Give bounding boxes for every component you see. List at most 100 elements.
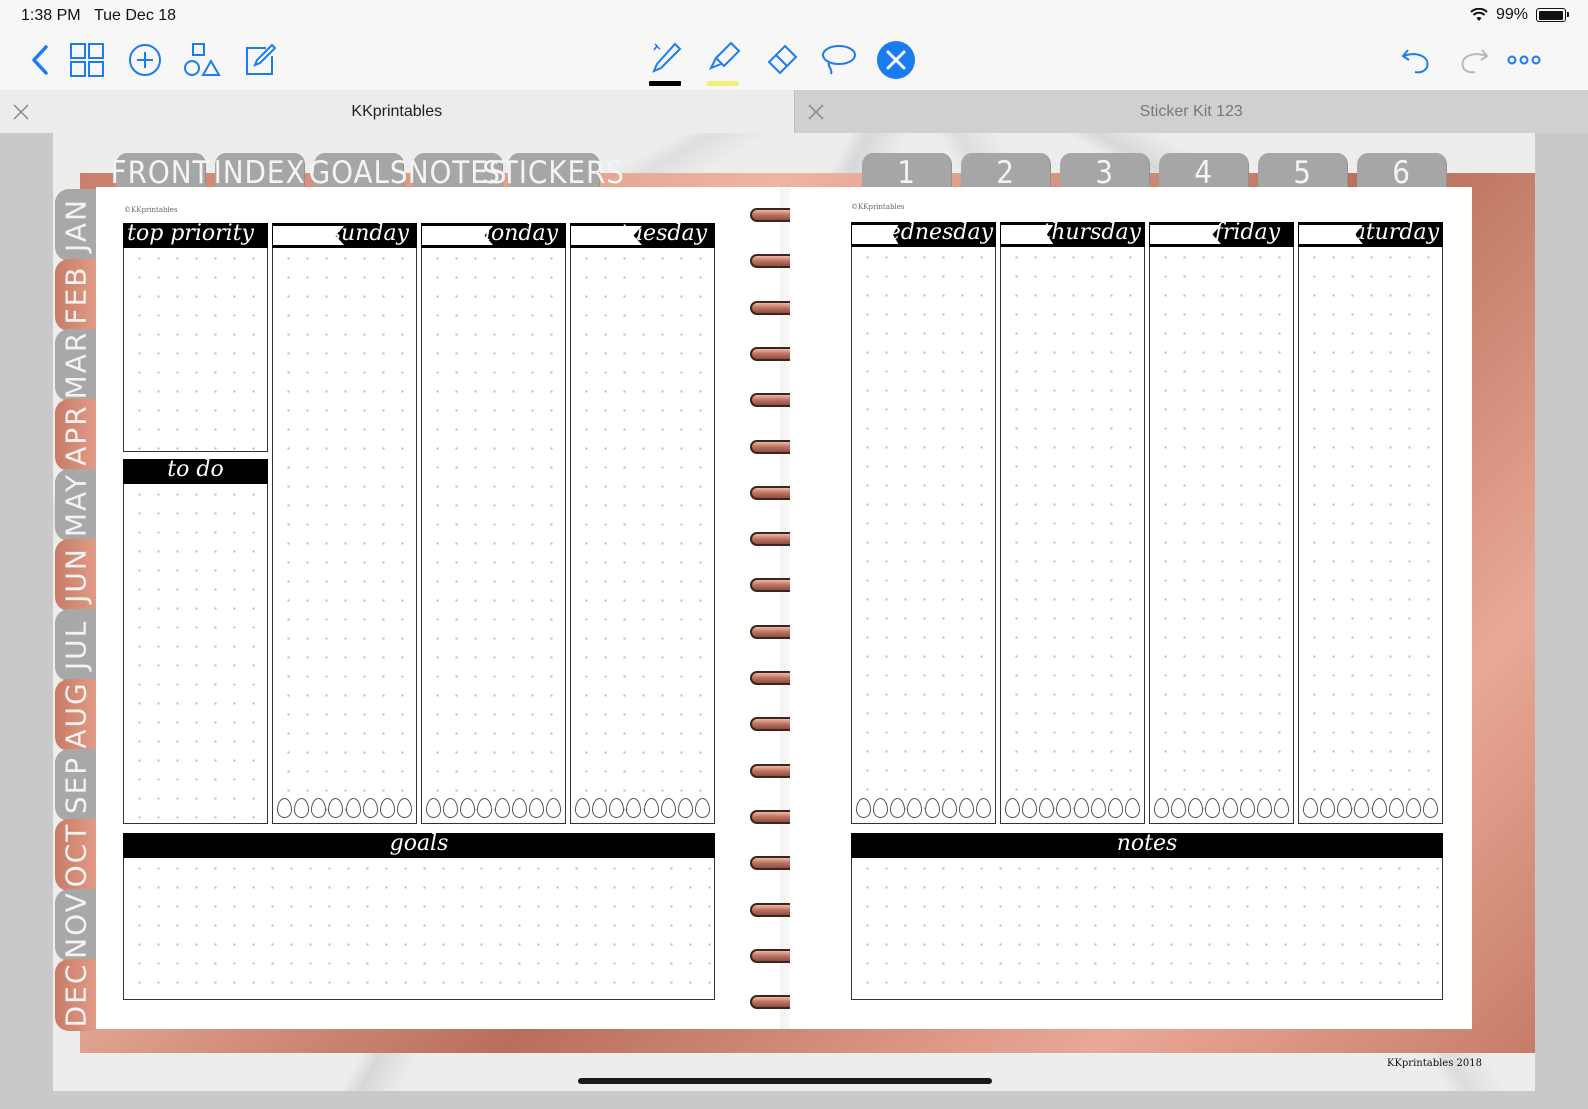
water-drop-icon[interactable]: [1022, 798, 1038, 818]
water-drop-icon[interactable]: [1039, 798, 1055, 818]
water-drop-icon[interactable]: [575, 798, 590, 818]
water-drop-icon[interactable]: [511, 798, 527, 818]
water-drop-icon[interactable]: [975, 798, 991, 818]
close-tool-icon[interactable]: [876, 40, 916, 80]
eraser-icon[interactable]: [761, 40, 801, 80]
add-icon[interactable]: [125, 40, 165, 80]
month-tab-feb[interactable]: FEB: [55, 259, 97, 331]
water-drop-icon[interactable]: [528, 798, 544, 818]
month-tab-apr[interactable]: APR: [55, 399, 97, 471]
monday-column[interactable]: monday: [421, 223, 566, 824]
water-drop-icon[interactable]: [677, 798, 693, 818]
water-drop-icon[interactable]: [1154, 798, 1169, 818]
water-drop-icon[interactable]: [1239, 798, 1255, 818]
water-drop-icon[interactable]: [1090, 798, 1106, 818]
water-drop-icon[interactable]: [328, 798, 344, 818]
shapes-icon[interactable]: [182, 40, 222, 80]
water-drop-icon[interactable]: [1056, 798, 1072, 818]
water-drop-icon[interactable]: [609, 798, 625, 818]
edit-icon[interactable]: [240, 40, 280, 80]
to-do-box[interactable]: to do: [123, 459, 268, 824]
highlighter-icon[interactable]: [703, 40, 743, 86]
water-drop-icon[interactable]: [1005, 798, 1020, 818]
wednesday-column[interactable]: wednesday: [851, 222, 996, 824]
month-tab-oct[interactable]: OCT: [55, 819, 97, 891]
water-drop-icon[interactable]: [660, 798, 676, 818]
water-drop-icon[interactable]: [1354, 798, 1370, 818]
water-drop-icon[interactable]: [1073, 798, 1089, 818]
thursday-column[interactable]: thursday: [1000, 222, 1145, 824]
water-drop-icon[interactable]: [643, 798, 659, 818]
water-drop-icon[interactable]: [890, 798, 906, 818]
sunday-column[interactable]: sunday: [272, 223, 417, 824]
water-drop-icon[interactable]: [694, 798, 710, 818]
month-tab-may[interactable]: MAY: [55, 469, 97, 541]
month-tab-nov[interactable]: NOV: [55, 889, 97, 961]
friday-column[interactable]: friday: [1149, 222, 1294, 824]
water-drop-icon[interactable]: [294, 798, 310, 818]
back-icon[interactable]: [20, 40, 60, 80]
notes-box[interactable]: notes: [851, 833, 1443, 1000]
water-drop-icon[interactable]: [873, 798, 889, 818]
water-drop-icon[interactable]: [545, 798, 561, 818]
water-drop-icon[interactable]: [277, 798, 292, 818]
water-drop-icon[interactable]: [396, 798, 412, 818]
water-drop-icon[interactable]: [494, 798, 510, 818]
saturday-column[interactable]: saturday: [1298, 222, 1443, 824]
water-drop-icon[interactable]: [592, 798, 608, 818]
month-tab-jan[interactable]: JAN: [55, 189, 97, 261]
water-drop-icon[interactable]: [311, 798, 327, 818]
water-drop-icon[interactable]: [856, 798, 871, 818]
close-tab-icon[interactable]: [12, 103, 30, 121]
planner-canvas[interactable]: FRONT INDEX GOALS NOTES STICKERS 1 2 3 4…: [53, 133, 1535, 1091]
water-drop-icon[interactable]: [958, 798, 974, 818]
water-drop-icon[interactable]: [907, 798, 923, 818]
water-drop-icon[interactable]: [1405, 798, 1421, 818]
home-indicator[interactable]: [578, 1078, 992, 1084]
water-drop-icon[interactable]: [1124, 798, 1140, 818]
water-drop-icon[interactable]: [1205, 798, 1221, 818]
grid-icon[interactable]: [67, 40, 107, 80]
month-tab-jul[interactable]: JUL: [55, 609, 97, 681]
right-page[interactable]: ©KKprintables wednesday thursday friday …: [790, 187, 1472, 1029]
pen-icon[interactable]: [645, 40, 685, 86]
water-drop-icon[interactable]: [941, 798, 957, 818]
water-drop-icon[interactable]: [362, 798, 378, 818]
document-tab-kkprintables[interactable]: KKprintables: [0, 90, 794, 133]
month-tab-sep[interactable]: SEP: [55, 749, 97, 821]
document-tab-sticker-kit[interactable]: Sticker Kit 123: [793, 90, 1588, 133]
tuesday-column[interactable]: tuesday: [570, 223, 715, 824]
month-tab-jun[interactable]: JUN: [55, 539, 97, 611]
water-drop-icon[interactable]: [1422, 798, 1438, 818]
water-drop-icon[interactable]: [1303, 798, 1318, 818]
month-tab-mar[interactable]: MAR: [55, 329, 97, 401]
water-drop-icon[interactable]: [1320, 798, 1336, 818]
lasso-icon[interactable]: [818, 40, 858, 80]
water-drop-icon[interactable]: [460, 798, 476, 818]
water-drop-icon[interactable]: [345, 798, 361, 818]
redo-icon[interactable]: [1454, 40, 1494, 80]
water-drop-icon[interactable]: [426, 798, 441, 818]
close-tab-icon[interactable]: [807, 103, 825, 121]
water-drop-icon[interactable]: [1337, 798, 1353, 818]
water-drop-icon[interactable]: [1388, 798, 1404, 818]
water-drop-icon[interactable]: [1107, 798, 1123, 818]
month-tab-dec[interactable]: DEC: [55, 959, 97, 1031]
water-drop-icon[interactable]: [1371, 798, 1387, 818]
water-drop-icon[interactable]: [379, 798, 395, 818]
month-tab-aug[interactable]: AUG: [55, 679, 97, 751]
water-drop-icon[interactable]: [1222, 798, 1238, 818]
water-drop-icon[interactable]: [924, 798, 940, 818]
top-priority-box[interactable]: top priority: [123, 223, 268, 452]
more-icon[interactable]: [1504, 40, 1544, 80]
water-drop-icon[interactable]: [443, 798, 459, 818]
water-drop-icon[interactable]: [477, 798, 493, 818]
water-drop-icon[interactable]: [1188, 798, 1204, 818]
water-drop-icon[interactable]: [1171, 798, 1187, 818]
water-drop-icon[interactable]: [1256, 798, 1272, 818]
water-drop-icon[interactable]: [626, 798, 642, 818]
undo-icon[interactable]: [1396, 40, 1436, 80]
left-page[interactable]: ©KKprintables top priority to do sunday …: [96, 187, 780, 1029]
water-drop-icon[interactable]: [1273, 798, 1289, 818]
goals-box[interactable]: goals: [123, 833, 715, 1000]
